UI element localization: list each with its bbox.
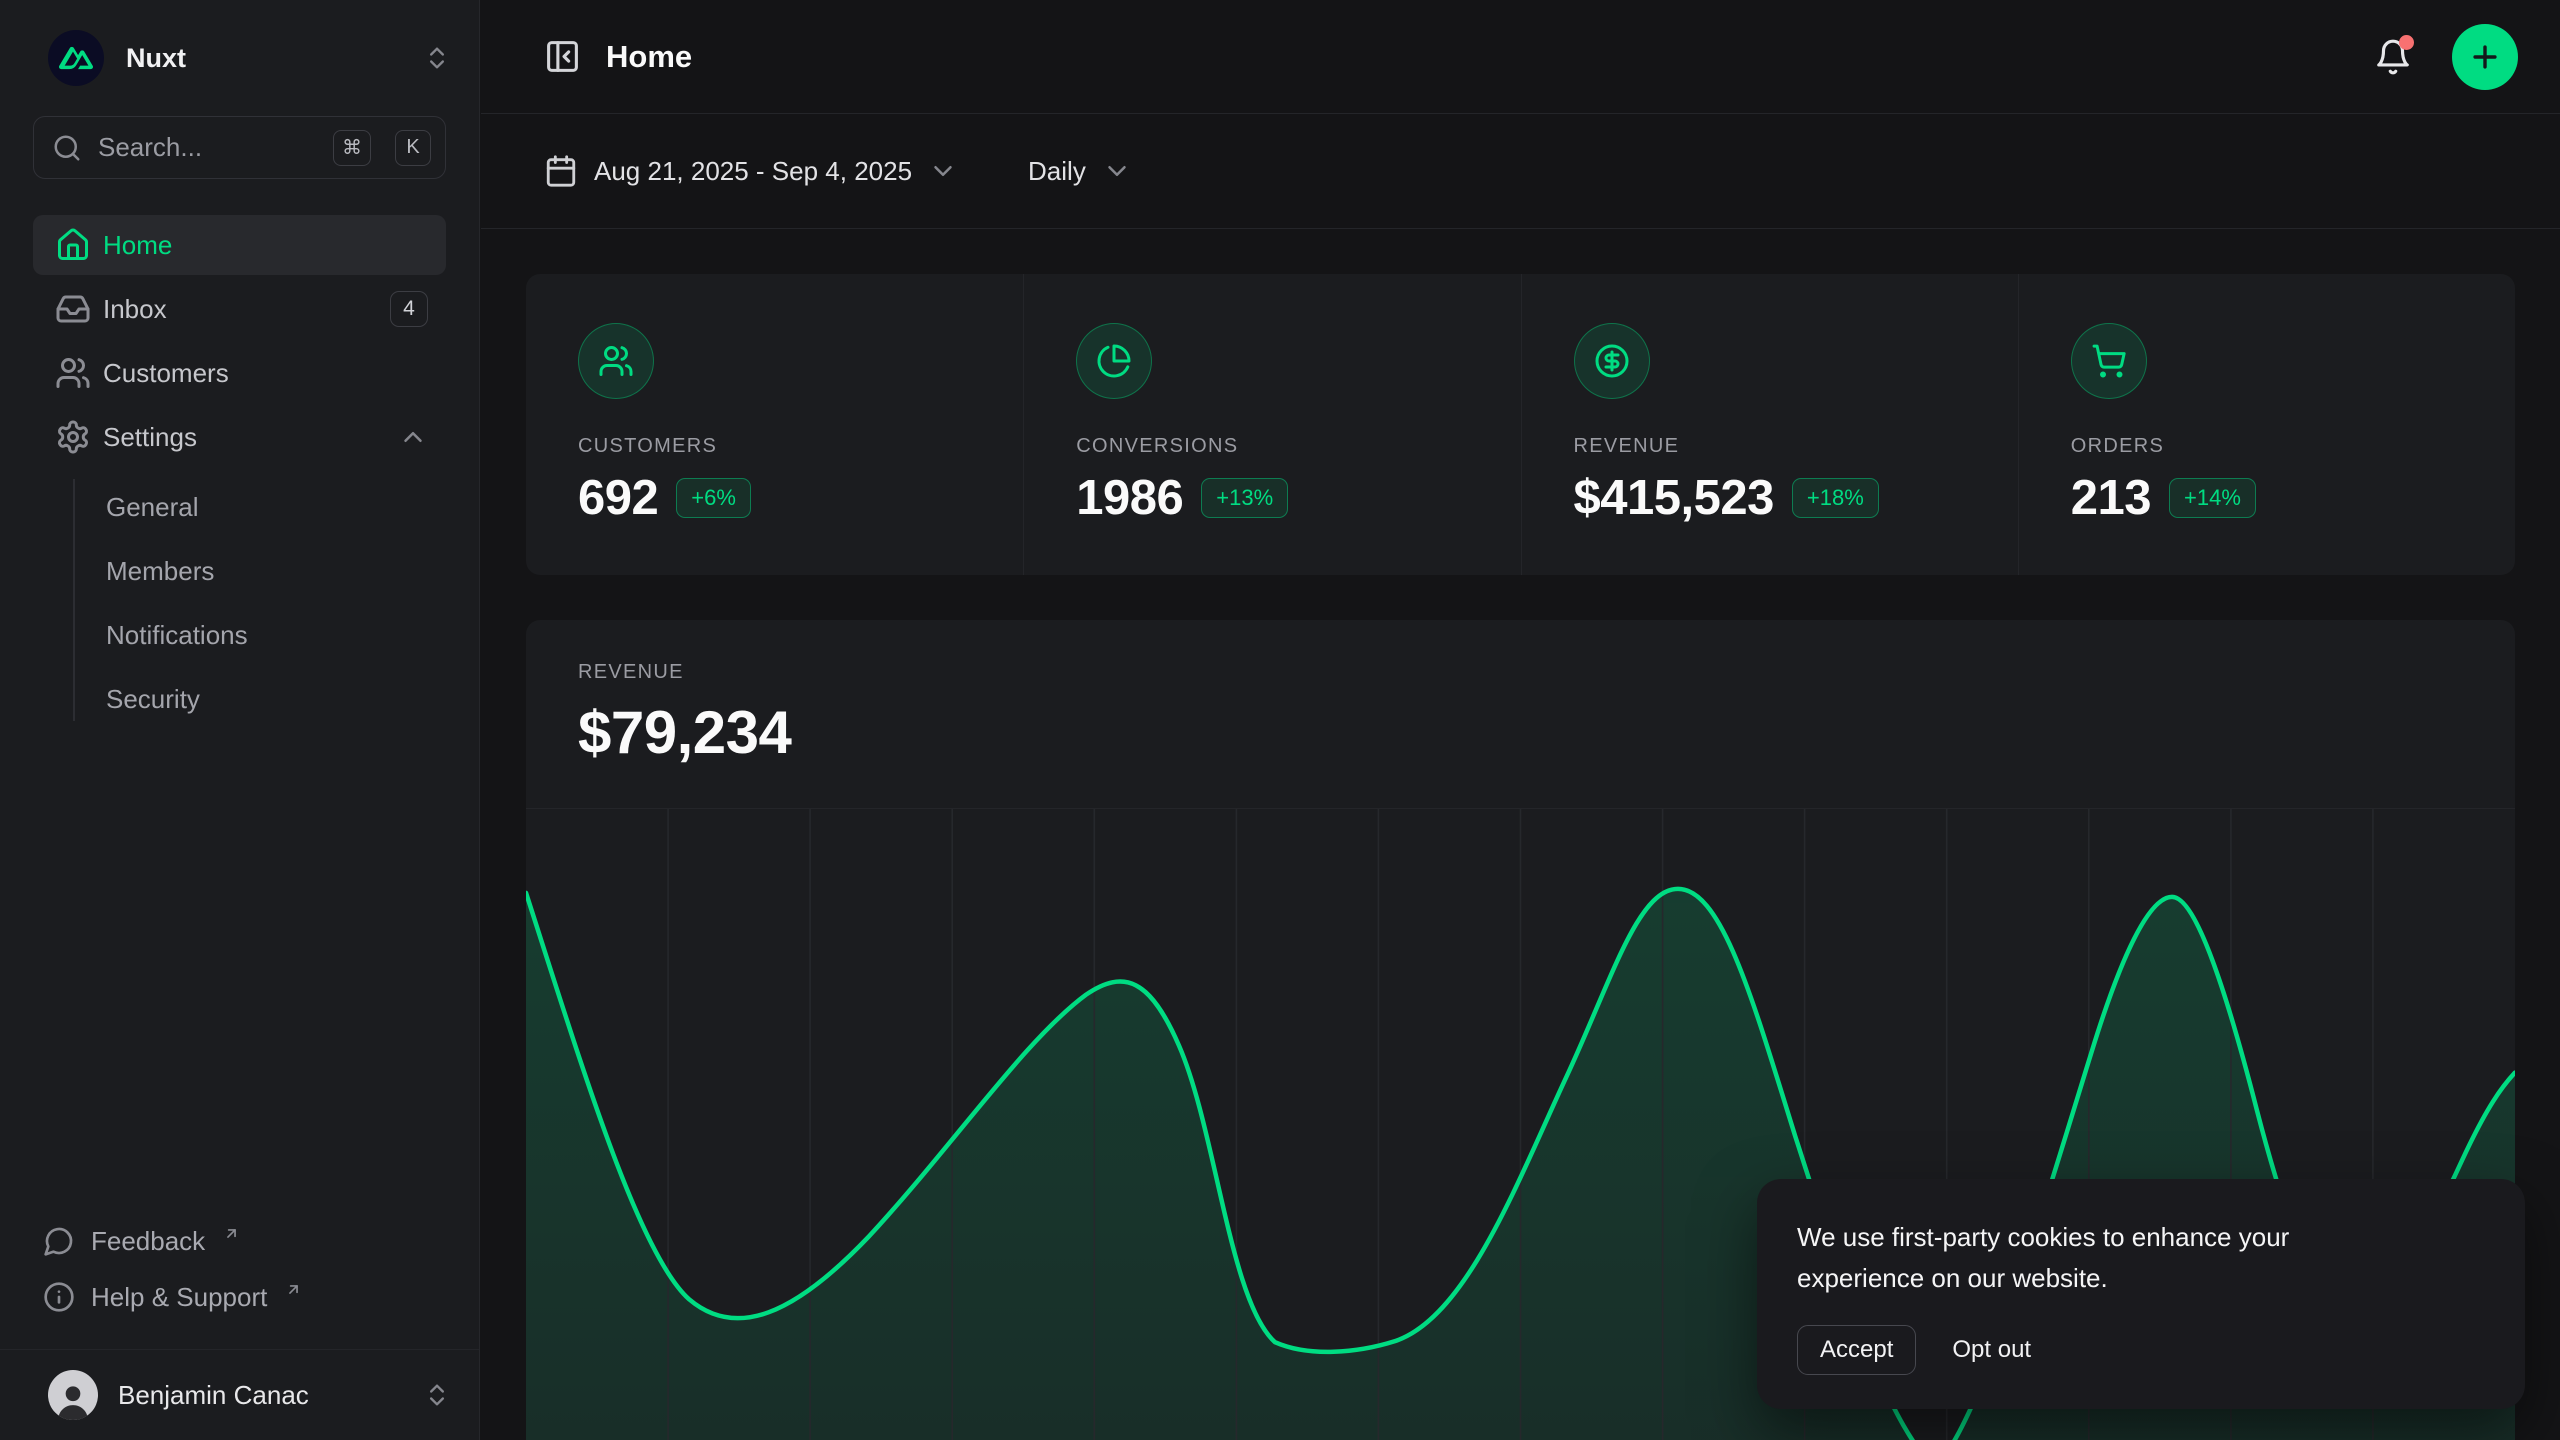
sidebar-item-label: Home xyxy=(103,230,172,261)
panel-left-icon xyxy=(544,38,581,75)
search-placeholder: Search... xyxy=(98,132,317,163)
chevron-down-icon xyxy=(1102,156,1132,186)
stat-change-badge: +13% xyxy=(1201,478,1288,518)
cookie-optout-button[interactable]: Opt out xyxy=(1952,1336,2031,1364)
date-range-picker[interactable]: Aug 21, 2025 - Sep 4, 2025 xyxy=(544,154,958,188)
kbd-cmd: ⌘ xyxy=(333,130,371,166)
stat-value: 692 xyxy=(578,470,658,526)
user-name: Benjamin Canac xyxy=(118,1380,403,1411)
subnav-label: Members xyxy=(106,556,214,587)
period-select[interactable]: Daily xyxy=(1028,156,1132,187)
stat-orders: ORDERS 213 +14% xyxy=(2018,274,2515,575)
stat-value: 1986 xyxy=(1076,470,1183,526)
subnav-label: General xyxy=(106,492,199,523)
chevrons-up-down-icon xyxy=(423,1381,451,1409)
search-input[interactable]: Search... ⌘ K xyxy=(33,116,446,179)
stat-customers: CUSTOMERS 692 +6% xyxy=(526,274,1023,575)
notifications-button[interactable] xyxy=(2374,38,2412,76)
notification-dot xyxy=(2399,35,2414,50)
topbar: Home xyxy=(481,0,2560,114)
sidebar-item-home[interactable]: Home xyxy=(33,215,446,275)
feedback-link[interactable]: Feedback xyxy=(33,1213,446,1269)
shopping-cart-icon xyxy=(2071,323,2147,399)
inbox-icon xyxy=(55,291,91,327)
chevron-down-icon xyxy=(928,156,958,186)
gear-icon xyxy=(55,419,91,455)
nuxt-logo xyxy=(48,30,104,86)
help-support-label: Help & Support xyxy=(91,1282,267,1313)
home-icon xyxy=(55,227,91,263)
search-icon xyxy=(52,133,82,163)
subnav-label: Security xyxy=(106,684,200,715)
feedback-label: Feedback xyxy=(91,1226,205,1257)
stat-label: REVENUE xyxy=(1574,435,2018,458)
help-support-link[interactable]: Help & Support xyxy=(33,1269,446,1325)
page-title: Home xyxy=(606,39,692,75)
info-circle-icon xyxy=(43,1281,75,1313)
sidebar-item-customers[interactable]: Customers xyxy=(33,343,446,403)
add-button[interactable] xyxy=(2452,24,2518,90)
sidebar-item-security[interactable]: Security xyxy=(106,667,446,731)
sidebar-item-label: Inbox xyxy=(103,294,167,325)
chevron-up-icon xyxy=(398,422,428,452)
message-bubble-icon xyxy=(43,1225,75,1257)
cookie-banner: We use first-party cookies to enhance yo… xyxy=(1757,1179,2525,1409)
date-range-value: Aug 21, 2025 - Sep 4, 2025 xyxy=(594,156,912,187)
period-value: Daily xyxy=(1028,156,1086,187)
sidebar-item-label: Settings xyxy=(103,422,197,453)
sidebar-footer: Feedback Help & Support Benjamin Canac xyxy=(0,1213,479,1440)
sidebar-item-notifications[interactable]: Notifications xyxy=(106,603,446,667)
workspace-switcher[interactable]: Nuxt xyxy=(48,30,451,86)
sidebar-item-members[interactable]: Members xyxy=(106,539,446,603)
filter-row: Aug 21, 2025 - Sep 4, 2025 Daily xyxy=(481,114,2560,229)
circle-dollar-icon xyxy=(1574,323,1650,399)
external-link-icon xyxy=(223,1225,240,1242)
revenue-panel-value: $79,234 xyxy=(578,698,2515,767)
chevrons-up-down-icon xyxy=(423,44,451,72)
users-icon xyxy=(55,355,91,391)
external-link-icon xyxy=(285,1281,302,1298)
plus-icon xyxy=(2468,40,2502,74)
stat-value: $415,523 xyxy=(1574,470,1774,526)
stat-change-badge: +18% xyxy=(1792,478,1879,518)
collapse-sidebar-button[interactable] xyxy=(544,38,581,75)
pie-chart-icon xyxy=(1076,323,1152,399)
stat-revenue: REVENUE $415,523 +18% xyxy=(1521,274,2018,575)
calendar-icon xyxy=(544,154,578,188)
sidebar-nav: Home Inbox 4 Customers Settings Ge xyxy=(33,215,446,731)
subnav-label: Notifications xyxy=(106,620,248,651)
users-icon xyxy=(578,323,654,399)
cookie-message: We use first-party cookies to enhance yo… xyxy=(1797,1217,2387,1299)
stat-label: ORDERS xyxy=(2071,435,2515,458)
sidebar-item-general[interactable]: General xyxy=(106,475,446,539)
inbox-count-badge: 4 xyxy=(390,291,428,327)
stat-conversions: CONVERSIONS 1986 +13% xyxy=(1023,274,1520,575)
stat-change-badge: +14% xyxy=(2169,478,2256,518)
user-menu[interactable]: Benjamin Canac xyxy=(48,1350,451,1440)
sidebar-item-label: Customers xyxy=(103,358,229,389)
stat-value: 213 xyxy=(2071,470,2151,526)
stats-panel: CUSTOMERS 692 +6% CONVERSIONS 1986 +13% xyxy=(526,274,2515,575)
kbd-k: K xyxy=(395,130,431,166)
sidebar: Nuxt Search... ⌘ K Home Inbox 4 xyxy=(0,0,480,1440)
stat-change-badge: +6% xyxy=(676,478,751,518)
cookie-accept-button[interactable]: Accept xyxy=(1797,1325,1916,1375)
settings-subnav: General Members Notifications Security xyxy=(73,475,446,731)
workspace-name: Nuxt xyxy=(126,43,401,74)
nuxt-mountain-icon xyxy=(59,41,93,75)
revenue-panel-label: REVENUE xyxy=(578,661,2515,684)
stat-label: CUSTOMERS xyxy=(578,435,1023,458)
sidebar-item-inbox[interactable]: Inbox 4 xyxy=(33,279,446,339)
sidebar-item-settings[interactable]: Settings xyxy=(33,407,446,467)
avatar xyxy=(48,1370,98,1420)
stat-label: CONVERSIONS xyxy=(1076,435,1520,458)
